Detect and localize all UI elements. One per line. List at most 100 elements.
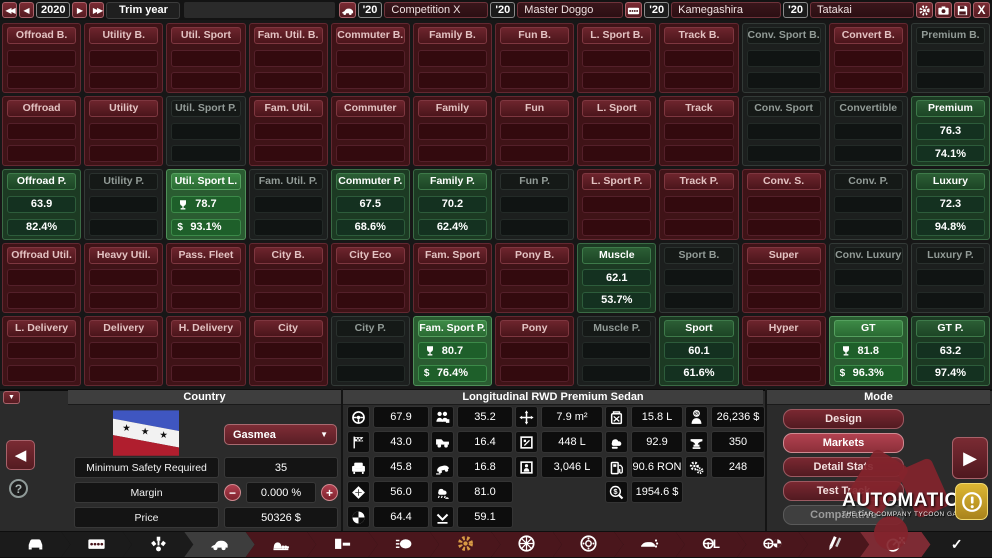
market-cell[interactable]: City — [249, 316, 328, 386]
market-cell[interactable]: Fun P. — [495, 169, 574, 239]
country-dropdown[interactable]: Gasmea ▼ — [224, 424, 337, 445]
market-cell[interactable]: Commuter — [331, 96, 410, 166]
market-cell[interactable]: Utility — [84, 96, 163, 166]
toolbar-tab-engine-block[interactable] — [61, 532, 131, 557]
toolbar-tab-checkmark[interactable]: ✓ — [922, 532, 992, 557]
market-cell[interactable]: Sport60.161.6% — [659, 316, 738, 386]
toolbar-tab-headlight[interactable] — [369, 532, 439, 557]
mode-button-design[interactable]: Design — [783, 409, 904, 429]
toolbar-tab-drivetrain[interactable]: L — [676, 532, 746, 557]
market-cell[interactable]: Premium B. — [911, 23, 990, 93]
help-button[interactable]: ? — [9, 479, 28, 498]
market-cell[interactable]: Track P. — [659, 169, 738, 239]
market-cell[interactable]: H. Delivery — [166, 316, 245, 386]
market-cell[interactable]: Track — [659, 96, 738, 166]
market-cell[interactable]: Luxury P. — [911, 243, 990, 313]
market-cell[interactable]: Luxury72.394.8% — [911, 169, 990, 239]
toolbar-tab-wheel-rim[interactable] — [492, 532, 562, 557]
save-button[interactable] — [954, 2, 971, 18]
engine-family-icon[interactable] — [625, 2, 642, 18]
market-cell[interactable]: Conv. S. — [742, 169, 826, 239]
toolbar-tab-wheel-safety[interactable] — [737, 532, 807, 557]
mode-button-detail-stats[interactable]: Detail Stats — [783, 457, 904, 477]
market-cell[interactable]: City P. — [331, 316, 410, 386]
market-cell[interactable]: Convert B. — [829, 23, 908, 93]
market-cell[interactable]: Fam. Util. B. — [249, 23, 328, 93]
toolbar-tab-car-side[interactable] — [184, 532, 254, 557]
market-cell[interactable]: Family P.70.262.4% — [413, 169, 492, 239]
previous-page-button[interactable]: ◀ — [6, 440, 35, 470]
market-cell[interactable]: L. Sport — [577, 96, 656, 166]
year-rewind-button[interactable]: ◀◀ — [2, 2, 17, 18]
market-cell[interactable]: Commuter B. — [331, 23, 410, 93]
engine-variant-field[interactable]: Tatakai — [810, 2, 914, 18]
toolbar-tab-interior[interactable] — [307, 532, 377, 557]
market-cell[interactable]: Commuter P.67.568.6% — [331, 169, 410, 239]
country-row-value[interactable]: 50326 $ — [224, 507, 338, 528]
trim-year-tab[interactable]: Trim year — [106, 2, 180, 19]
market-cell[interactable]: Utility B. — [84, 23, 163, 93]
toolbar-tab-brake-disc[interactable] — [553, 532, 623, 557]
mode-button-test-track[interactable]: Test Track — [783, 481, 904, 501]
market-cell[interactable]: Heavy Util. — [84, 243, 163, 313]
mode-button-markets[interactable]: Markets — [783, 433, 904, 453]
country-row-value[interactable]: 35 — [224, 457, 338, 478]
market-cell[interactable]: L. Delivery — [2, 316, 81, 386]
car-model-icon[interactable] — [339, 2, 356, 18]
market-cell[interactable]: Offroad B. — [2, 23, 81, 93]
market-cell[interactable]: City B. — [249, 243, 328, 313]
warning-button[interactable] — [955, 483, 988, 520]
market-cell[interactable]: Pony — [495, 316, 574, 386]
market-cell[interactable]: Fam. Sport — [413, 243, 492, 313]
market-cell[interactable]: Premium76.374.1% — [911, 96, 990, 166]
toolbar-tab-car-front[interactable] — [0, 532, 70, 557]
market-cell[interactable]: Fam. Util. P. — [249, 169, 328, 239]
next-page-button[interactable]: ▶ — [952, 437, 988, 479]
market-cell[interactable]: Utility P. — [84, 169, 163, 239]
market-cell[interactable]: GT81.8$96.3% — [829, 316, 908, 386]
market-cell[interactable]: Hyper — [742, 316, 826, 386]
market-cell[interactable]: Pass. Fleet — [166, 243, 245, 313]
toolbar-tab-quality-pens[interactable] — [799, 532, 869, 557]
market-cell[interactable]: Fam. Sport P.80.7$76.4% — [413, 316, 492, 386]
year-back-button[interactable]: ◀ — [19, 2, 34, 18]
market-cell[interactable]: Fun B. — [495, 23, 574, 93]
market-cell[interactable]: Conv. P. — [829, 169, 908, 239]
year-forward-button[interactable]: ▶ — [72, 2, 87, 18]
market-cell[interactable]: Conv. Sport B. — [742, 23, 826, 93]
country-row-value[interactable]: 0.000 % — [246, 482, 316, 503]
year-fast-forward-button[interactable]: ▶▶ — [89, 2, 104, 18]
photo-button[interactable] — [935, 2, 952, 18]
settings-button[interactable] — [916, 2, 933, 18]
market-cell[interactable]: Offroad Util. — [2, 243, 81, 313]
market-cell[interactable]: Util. Sport — [166, 23, 245, 93]
market-cell[interactable]: Family — [413, 96, 492, 166]
trim-name-field[interactable]: Master Doggo — [517, 2, 623, 18]
market-cell[interactable]: Muscle62.153.7% — [577, 243, 656, 313]
market-cell[interactable]: Sport B. — [659, 243, 738, 313]
market-cell[interactable]: L. Sport B. — [577, 23, 656, 93]
market-cell[interactable]: City Eco — [331, 243, 410, 313]
collapse-panel-button[interactable]: ▼ — [3, 391, 20, 404]
decrease-button[interactable]: − — [224, 484, 241, 501]
model-name-field[interactable]: Competition X — [384, 2, 488, 18]
market-cell[interactable]: Conv. Luxury — [829, 243, 908, 313]
toolbar-tab-car-seats[interactable] — [246, 532, 316, 557]
market-cell[interactable]: Util. Sport L.78.7$93.1% — [166, 169, 245, 239]
market-cell[interactable]: GT P.63.297.4% — [911, 316, 990, 386]
market-cell[interactable]: Offroad — [2, 96, 81, 166]
market-cell[interactable]: Conv. Sport — [742, 96, 826, 166]
toolbar-tab-pistons[interactable] — [123, 532, 193, 557]
toolbar-tab-test-track[interactable] — [860, 532, 930, 557]
market-cell[interactable]: Family B. — [413, 23, 492, 93]
market-cell[interactable]: Pony B. — [495, 243, 574, 313]
market-cell[interactable]: Fam. Util. — [249, 96, 328, 166]
market-cell[interactable]: Track B. — [659, 23, 738, 93]
market-cell[interactable]: Super — [742, 243, 826, 313]
market-cell[interactable]: Delivery — [84, 316, 163, 386]
engine-family-field[interactable]: Kamegashira — [671, 2, 781, 18]
market-cell[interactable]: Convertible — [829, 96, 908, 166]
market-cell[interactable]: Fun — [495, 96, 574, 166]
market-cell[interactable]: L. Sport P. — [577, 169, 656, 239]
close-button[interactable]: X — [973, 2, 990, 18]
